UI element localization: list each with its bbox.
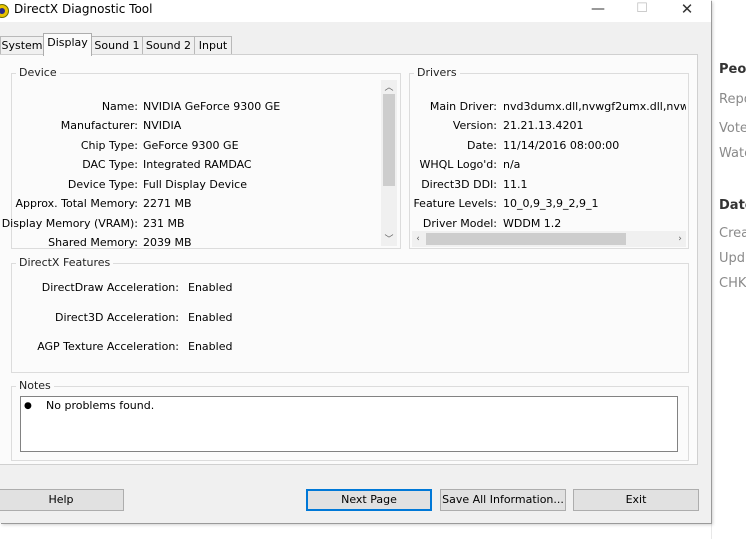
device-name-value: NVIDIA GeForce 9300 GE	[143, 100, 281, 113]
feature-levels-label: Feature Levels:	[413, 197, 497, 210]
direct3d-label: Direct3D Acceleration:	[55, 311, 179, 324]
version-label: Version:	[452, 119, 497, 132]
manufacturer-label: Manufacturer:	[60, 119, 138, 132]
date-value: 11/14/2016 08:00:00	[503, 139, 620, 152]
window-title: DirectX Diagnostic Tool	[14, 2, 153, 16]
bg-item-watchers: Watc	[719, 146, 746, 161]
directdraw-label: DirectDraw Acceleration:	[41, 281, 179, 294]
bg-heading-people: Peop	[719, 62, 746, 77]
version-value: 21.21.13.4201	[503, 119, 584, 132]
device-type-value: Full Display Device	[143, 178, 247, 191]
display-tab-panel: Device Name: NVIDIA GeForce 9300 GE Manu…	[0, 54, 698, 465]
scroll-down-arrow-icon[interactable]: ﹀	[381, 234, 397, 246]
maximize-button[interactable]: ☐	[619, 0, 665, 22]
notes-title: Notes	[16, 379, 54, 392]
directx-app-icon	[0, 4, 9, 18]
exit-button[interactable]: Exit	[573, 489, 699, 511]
notes-group: Notes ● No problems found.	[11, 379, 689, 461]
whql-label: WHQL Logo'd:	[419, 158, 497, 171]
note-item: No problems found.	[46, 399, 155, 412]
manufacturer-value: NVIDIA	[143, 119, 182, 132]
dac-type-value: Integrated RAMDAC	[143, 158, 252, 171]
title-bar[interactable]: DirectX Diagnostic Tool — ☐ ✕	[0, 0, 711, 22]
main-driver-value: nvd3dumx.dll,nvwgf2umx.dll,nvwgf2u	[503, 100, 686, 113]
close-button[interactable]: ✕	[664, 0, 710, 22]
chip-type-label: Chip Type:	[80, 139, 138, 152]
chip-type-value: GeForce 9300 GE	[143, 139, 239, 152]
tab-sound-2[interactable]: Sound 2	[142, 36, 195, 55]
notes-textbox[interactable]: ● No problems found.	[20, 396, 678, 452]
scroll-up-arrow-icon[interactable]: ︿	[381, 82, 397, 94]
bg-item-chk: CHK	[719, 276, 746, 291]
drivers-horizontal-scrollbar[interactable]: ‹ ›	[412, 231, 686, 247]
background-separator	[711, 0, 712, 539]
shared-memory-value: 2039 MB	[143, 236, 192, 249]
whql-value: n/a	[503, 158, 521, 171]
vram-value: 231 MB	[143, 217, 185, 230]
feature-levels-value: 10_0,9_3,9_2,9_1	[503, 197, 599, 210]
direct3d-ddi-value: 11.1	[503, 178, 528, 191]
directdraw-value: Enabled	[188, 281, 233, 294]
driver-model-label: Driver Model:	[422, 217, 497, 230]
device-scroll-thumb[interactable]	[383, 94, 395, 186]
note-bullet-icon: ●	[24, 401, 32, 411]
device-group: Device Name: NVIDIA GeForce 9300 GE Manu…	[2, 66, 401, 249]
save-all-information-button[interactable]: Save All Information...	[440, 489, 566, 511]
shared-memory-label: Shared Memory:	[48, 236, 138, 249]
bg-item-updated: Upd	[719, 251, 746, 266]
tab-sound-1[interactable]: Sound 1	[91, 36, 143, 55]
next-page-button[interactable]: Next Page	[306, 489, 432, 511]
help-button[interactable]: Help	[0, 489, 124, 511]
tab-system[interactable]: System	[0, 36, 44, 55]
device-name-label: Name:	[101, 100, 138, 113]
tab-strip: System Display Sound 1 Sound 2 Input	[0, 33, 700, 56]
minimize-button[interactable]: —	[575, 0, 621, 22]
vram-label: Display Memory (VRAM):	[1, 217, 138, 230]
directx-features-group: DirectX Features DirectDraw Acceleration…	[11, 256, 689, 373]
driver-model-value: WDDM 1.2	[503, 217, 562, 230]
total-memory-value: 2271 MB	[143, 197, 192, 210]
agp-texture-label: AGP Texture Acceleration:	[37, 340, 179, 353]
bg-item-votes: Vote	[719, 121, 746, 136]
directx-dialog: DirectX Diagnostic Tool — ☐ ✕ System Dis…	[0, 0, 711, 523]
background-page: Peop Repo Vote Watc Date Crea Upd CHK	[711, 0, 746, 539]
drivers-viewport: Main Driver: nvd3dumx.dll,nvwgf2umx.dll,…	[410, 74, 686, 230]
device-group-title: Device	[16, 66, 60, 79]
scroll-right-arrow-icon[interactable]: ›	[674, 233, 686, 245]
tab-display[interactable]: Display	[43, 33, 92, 56]
drivers-scroll-thumb[interactable]	[426, 233, 626, 245]
direct3d-value: Enabled	[188, 311, 233, 324]
main-driver-label: Main Driver:	[429, 100, 497, 113]
direct3d-ddi-label: Direct3D DDI:	[421, 178, 497, 191]
device-vertical-scrollbar[interactable]: ︿ ﹀	[381, 80, 397, 246]
directx-features-title: DirectX Features	[16, 256, 114, 269]
drivers-group: Drivers Main Driver: nvd3dumx.dll,nvwgf2…	[409, 66, 689, 249]
bg-item-created: Crea	[719, 226, 746, 241]
scroll-left-arrow-icon[interactable]: ‹	[412, 233, 424, 245]
tab-input[interactable]: Input	[194, 36, 232, 55]
agp-texture-value: Enabled	[188, 340, 233, 353]
device-type-label: Device Type:	[67, 178, 138, 191]
total-memory-label: Approx. Total Memory:	[15, 197, 139, 210]
bg-item-reporters: Repo	[719, 92, 746, 107]
bg-heading-dates: Date	[719, 198, 746, 213]
date-label: Date:	[467, 139, 497, 152]
dac-type-label: DAC Type:	[82, 158, 138, 171]
